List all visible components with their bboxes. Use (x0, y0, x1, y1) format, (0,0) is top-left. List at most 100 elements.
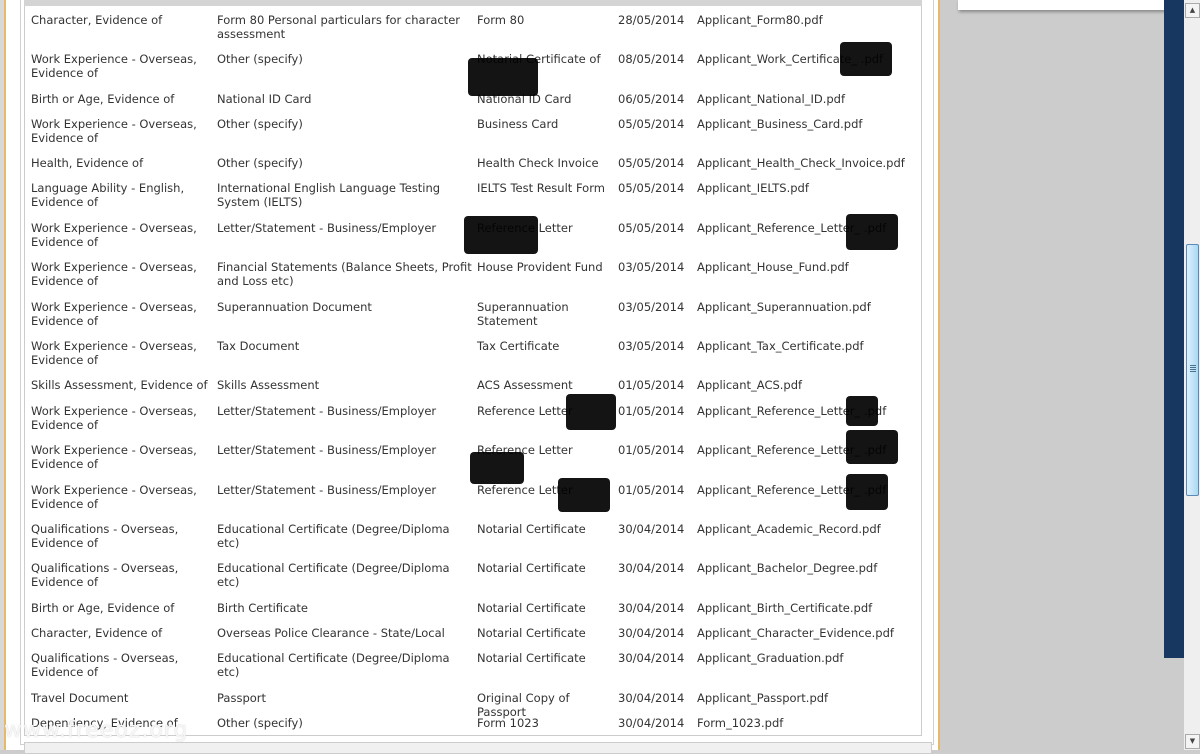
redaction-mark (846, 474, 888, 510)
date-cell: 05/05/2014 (618, 181, 685, 195)
evidence-type-cell: Qualifications - Overseas, Evidence of (31, 651, 179, 679)
document-type-cell: Financial Statements (Balance Sheets, Pr… (217, 260, 472, 288)
description-cell: Form 1023 (477, 716, 539, 730)
document-type-cell: Letter/Statement - Business/Employer (217, 483, 437, 497)
evidence-type-cell: Health, Evidence of (31, 156, 144, 170)
file-name-cell[interactable]: Applicant_Health_Check_Invoice.pdf (697, 156, 905, 170)
file-name-cell[interactable]: Applicant_Form80.pdf (697, 13, 823, 27)
file-name-cell[interactable]: Form_1023.pdf (697, 716, 783, 730)
evidence-type-cell: Travel Document (31, 691, 129, 705)
evidence-type-cell: Language Ability - English, Evidence of (31, 181, 185, 209)
document-type-cell: Educational Certificate (Degree/Diploma … (217, 561, 450, 589)
redaction-mark (464, 216, 538, 254)
document-type-cell: Other (specify) (217, 716, 303, 730)
file-name-cell[interactable]: Applicant_Superannuation.pdf (697, 300, 871, 314)
redaction-mark (840, 42, 892, 76)
description-cell: Form 80 (477, 13, 525, 27)
date-cell: 03/05/2014 (618, 339, 685, 353)
file-name-cell[interactable]: Applicant_ACS.pdf (697, 378, 802, 392)
evidence-type-cell: Work Experience - Overseas, Evidence of (31, 221, 197, 249)
file-name-cell[interactable]: Applicant_IELTS.pdf (697, 181, 809, 195)
side-band (1164, 0, 1184, 658)
description-cell: Notarial Certificate (477, 561, 586, 575)
redaction-mark (470, 452, 524, 484)
watermark: www.freeoz.org (4, 718, 189, 743)
document-type-cell: Superannuation Document (217, 300, 372, 314)
file-name-cell[interactable]: Applicant_Bachelor_Degree.pdf (697, 561, 877, 575)
file-name-cell[interactable]: Applicant_Birth_Certificate.pdf (697, 601, 872, 615)
description-cell: House Provident Fund (477, 260, 603, 274)
description-cell: Notarial Certificate (477, 601, 586, 615)
document-type-cell: Passport (217, 691, 267, 705)
scroll-up-button[interactable]: ▲ (1185, 3, 1200, 18)
description-cell: Notarial Certificate (477, 522, 586, 536)
document-type-cell: Other (specify) (217, 156, 303, 170)
evidence-type-cell: Work Experience - Overseas, Evidence of (31, 300, 197, 328)
file-name-cell[interactable]: Applicant_Graduation.pdf (697, 651, 843, 665)
evidence-type-cell: Work Experience - Overseas, Evidence of (31, 443, 197, 471)
description-cell: Business Card (477, 117, 559, 131)
evidence-type-cell: Character, Evidence of (31, 626, 163, 640)
description-cell: Tax Certificate (477, 339, 560, 353)
document-type-cell: Letter/Statement - Business/Employer (217, 404, 437, 418)
document-type-cell: Educational Certificate (Degree/Diploma … (217, 522, 450, 550)
redaction-mark (558, 478, 610, 512)
redaction-mark (468, 58, 538, 96)
document-type-cell: Educational Certificate (Degree/Diploma … (217, 651, 450, 679)
date-cell: 05/05/2014 (618, 117, 685, 131)
date-cell: 01/05/2014 (618, 404, 685, 418)
date-cell: 30/04/2014 (618, 716, 685, 730)
date-cell: 08/05/2014 (618, 52, 685, 66)
document-type-cell: National ID Card (217, 92, 312, 106)
evidence-type-cell: Skills Assessment, Evidence of (31, 378, 208, 392)
date-cell: 30/04/2014 (618, 691, 685, 705)
date-cell: 01/05/2014 (618, 443, 685, 457)
description-cell: Notarial Certificate (477, 626, 586, 640)
document-type-cell: International English Language Testing S… (217, 181, 441, 209)
evidence-type-cell: Birth or Age, Evidence of (31, 601, 175, 615)
file-name-cell[interactable]: Applicant_Business_Card.pdf (697, 117, 862, 131)
evidence-type-cell: Qualifications - Overseas, Evidence of (31, 561, 179, 589)
date-cell: 01/05/2014 (618, 378, 685, 392)
evidence-type-cell: Character, Evidence of (31, 13, 163, 27)
date-cell: 30/04/2014 (618, 561, 685, 575)
evidence-type-cell: Work Experience - Overseas, Evidence of (31, 339, 197, 367)
file-name-cell[interactable]: Applicant_Character_Evidence.pdf (697, 626, 894, 640)
date-cell: 30/04/2014 (618, 626, 685, 640)
popup-box (958, 0, 1172, 10)
file-name-cell[interactable]: Applicant_Passport.pdf (697, 691, 828, 705)
date-cell: 01/05/2014 (618, 483, 685, 497)
evidence-type-cell: Work Experience - Overseas, Evidence of (31, 52, 197, 80)
date-cell: 05/05/2014 (618, 221, 685, 235)
document-type-cell: Tax Document (217, 339, 300, 353)
evidence-type-cell: Birth or Age, Evidence of (31, 92, 175, 106)
description-cell: ACS Assessment (477, 378, 573, 392)
document-type-cell: Birth Certificate (217, 601, 309, 615)
file-name-cell[interactable]: Applicant_Academic_Record.pdf (697, 522, 881, 536)
date-cell: 30/04/2014 (618, 522, 685, 536)
file-name-cell[interactable]: Applicant_Tax_Certificate.pdf (697, 339, 864, 353)
redaction-mark (846, 396, 878, 426)
evidence-type-cell: Work Experience - Overseas, Evidence of (31, 260, 197, 288)
evidence-type-cell: Work Experience - Overseas, Evidence of (31, 483, 197, 511)
date-cell: 06/05/2014 (618, 92, 685, 106)
date-cell: 30/04/2014 (618, 651, 685, 665)
grip-icon (1190, 365, 1196, 372)
bottom-panel (24, 742, 932, 754)
evidence-type-cell: Qualifications - Overseas, Evidence of (31, 522, 179, 550)
document-type-cell: Other (specify) (217, 52, 303, 66)
date-cell: 05/05/2014 (618, 156, 685, 170)
date-cell: 30/04/2014 (618, 601, 685, 615)
date-cell: 03/05/2014 (618, 260, 685, 274)
date-cell: 03/05/2014 (618, 300, 685, 314)
description-cell: Health Check Invoice (477, 156, 599, 170)
redaction-mark (846, 214, 898, 250)
vertical-scrollbar[interactable]: ▲ ▼ (1184, 0, 1200, 750)
scroll-down-button[interactable]: ▼ (1185, 734, 1200, 749)
document-type-cell: Form 80 Personal particulars for charact… (217, 13, 460, 41)
file-name-cell[interactable]: Applicant_House_Fund.pdf (697, 260, 849, 274)
file-name-cell[interactable]: Applicant_National_ID.pdf (697, 92, 845, 106)
description-cell: Superannuation Statement (477, 300, 569, 328)
scrollbar-thumb[interactable] (1186, 244, 1199, 496)
attached-documents-table: Character, Evidence of Form 80 Personal p… (24, 6, 922, 736)
